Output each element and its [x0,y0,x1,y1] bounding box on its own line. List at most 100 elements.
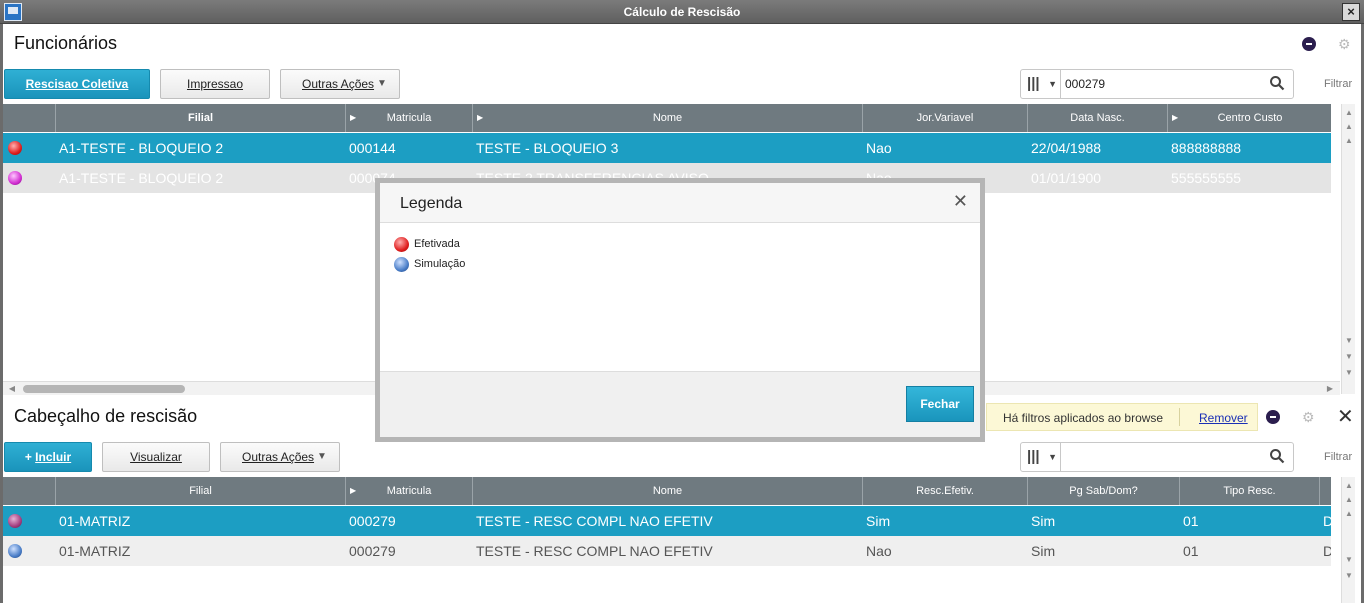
gear-icon[interactable]: ⚙ [1338,37,1352,51]
scroll-down-icon[interactable]: ▼ [1342,334,1356,348]
vertical-scrollbar[interactable]: ▲ ▲ ▲ ▼ ▼ ▼ [1341,104,1355,394]
column-header[interactable]: Tipo Resc. [1180,477,1320,505]
section-title-cabecalho: Cabeçalho de rescisão [14,406,198,426]
dialog-title: Legenda [400,195,463,212]
column-header-label: Centro Custo [1217,112,1283,124]
column-header[interactable]: Jor.Variavel [863,104,1028,132]
search-input-bottom[interactable] [1065,447,1245,467]
cell-pg-sab-dom: Sim [1031,543,1056,559]
cell-resc-efetiv: Sim [866,513,891,529]
filter-banner-text: Há filtros aplicados ao browse [1003,411,1164,425]
legend-label: Efetivada [414,238,460,250]
scroll-bottom-icon[interactable]: ▼ [1342,366,1356,380]
incluir-button[interactable]: + Incluir [4,442,92,472]
minus-circle-icon[interactable] [1266,410,1280,424]
cell-pg-sab-dom: Sim [1031,513,1056,529]
section-title-funcionarios: Funcionários [14,33,118,53]
sort-arrow-icon: ▶ [477,113,484,122]
cell-filial: A1-TESTE - BLOQUEIO 2 [59,140,224,156]
scroll-right-icon[interactable]: ▶ [1323,382,1337,396]
cell-nome: TESTE - RESC COMPL NAO EFETIV [476,543,713,559]
column-header[interactable]: Data Nasc. [1028,104,1168,132]
scroll-up-icon[interactable]: ▲ [1342,507,1356,521]
close-icon[interactable]: ✕ [953,191,968,212]
grid-header: Filial ▶ Matricula Nome Resc.Efetiv. Pg S… [3,477,1331,505]
scroll-down-icon[interactable]: ▼ [1342,553,1356,567]
window-close-button[interactable]: × [1342,3,1360,21]
search-icon[interactable] [1269,448,1285,464]
visualizar-label: Visualizar [130,450,182,464]
search-box-bottom: ||| ▼ [1020,442,1294,472]
impressao-button[interactable]: Impressao [160,69,270,99]
status-blue-icon [394,257,409,272]
status-magenta-icon [8,171,22,185]
column-header[interactable]: ▶ Matricula [346,477,473,505]
scroll-up-icon[interactable]: ▲ [1342,134,1356,148]
column-header[interactable]: Resc.Efetiv. [863,477,1028,505]
sort-arrow-icon: ▶ [350,486,357,495]
cell-nome: TESTE - RESC COMPL NAO EFETIV [476,513,713,529]
search-icon[interactable] [1269,75,1285,91]
columns-toggle[interactable]: ||| ▼ [1021,443,1061,471]
table-row[interactable]: 01-MATRIZ 000279 TESTE - RESC COMPL NAO … [3,506,1331,536]
plus-icon: + [24,450,36,464]
column-header-label: Nome [652,112,683,124]
scroll-page-up-icon[interactable]: ▲ [1342,120,1356,134]
cell-extra: 2 [1328,163,1331,193]
column-header[interactable]: Pg Sab/Dom? [1028,477,1180,505]
scroll-top-icon[interactable]: ▲ [1342,106,1356,120]
column-header[interactable]: Filial [56,104,346,132]
fechar-button[interactable]: Fechar [906,386,974,422]
column-header[interactable]: ▶ Centro Custo [1168,104,1331,132]
outras-acoes-button[interactable]: Outras Ações ▼ [280,69,400,99]
chevron-down-icon: ▼ [1048,79,1057,89]
column-header[interactable]: Filial [56,477,346,505]
cell-centro-custo: 888888888 [1171,140,1242,156]
cabecalho-grid: Filial ▶ Matricula Nome Resc.Efetiv. Pg S… [3,477,1331,597]
scroll-page-down-icon[interactable]: ▼ [1342,350,1356,364]
column-header[interactable]: ▶ Nome [473,104,863,132]
filtrar-link[interactable]: Filtrar [1324,78,1352,90]
legend-label: Simulação [414,258,466,270]
column-header-label: Matricula [386,112,432,124]
cell-extra: DIS [1323,543,1331,559]
status-column-header [3,477,56,505]
outras-acoes-label: Outras Ações [302,77,375,91]
scroll-top-icon[interactable]: ▲ [1342,479,1356,493]
scroll-page-up-icon[interactable]: ▲ [1342,493,1356,507]
column-header[interactable]: ▶ Matricula [346,104,473,132]
rescisao-coletiva-label: Rescisao Coletiva [25,77,129,91]
cell-filial: A1-TESTE - BLOQUEIO 2 [59,170,224,186]
minus-circle-icon[interactable] [1302,37,1316,51]
scroll-page-down-icon[interactable]: ▼ [1342,569,1356,583]
cell-resc-efetiv: Nao [866,543,892,559]
table-row[interactable]: A1-TESTE - BLOQUEIO 2 000144 TESTE - BLO… [3,133,1331,163]
incluir-label: Incluir [35,450,72,464]
gear-icon[interactable]: ⚙ [1302,410,1316,424]
cell-filial: 01-MATRIZ [59,513,131,529]
visualizar-button[interactable]: Visualizar [102,442,210,472]
rescisao-coletiva-button[interactable]: Rescisao Coletiva [4,69,150,99]
cell-matricula: 000279 [349,513,396,529]
search-box: ||| ▼ [1020,69,1294,99]
columns-toggle[interactable]: ||| ▼ [1021,70,1061,98]
remover-link[interactable]: Remover [1199,411,1248,425]
scroll-thumb[interactable] [23,385,185,393]
outras-acoes-button-bottom[interactable]: Outras Ações ▼ [220,442,340,472]
outras-acoes-label: Outras Ações [242,450,315,464]
legenda-dialog: Legenda ✕ Efetivada Simulação Fechar [375,178,985,442]
column-header[interactable]: Nome [473,477,863,505]
cell-jor-variavel: Nao [866,140,892,156]
table-row[interactable]: 01-MATRIZ 000279 TESTE - RESC COMPL NAO … [3,536,1331,566]
cell-matricula: 000144 [349,140,396,156]
scroll-left-icon[interactable]: ◀ [5,382,19,396]
search-input[interactable] [1065,74,1245,94]
vertical-scrollbar-bottom[interactable]: ▲ ▲ ▲ ▼ ▼ [1341,477,1355,603]
cell-extra: DIS [1323,513,1331,529]
filtrar-link-bottom[interactable]: Filtrar [1324,451,1352,463]
sort-arrow-icon: ▶ [350,113,357,122]
cell-tipo-resc: 01 [1183,513,1199,529]
close-icon[interactable]: ✕ [1337,404,1354,429]
cell-matricula: 000279 [349,543,396,559]
column-header-label: Matricula [386,485,432,497]
